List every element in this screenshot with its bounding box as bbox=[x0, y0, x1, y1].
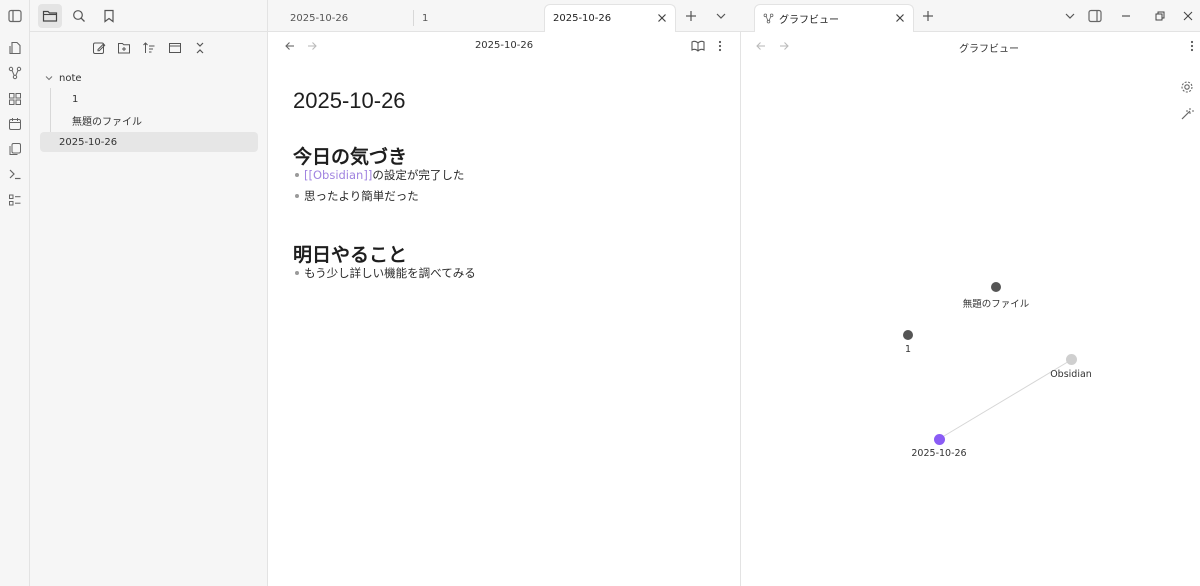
list-item: 思ったより簡単だった bbox=[295, 188, 419, 204]
minimize-icon[interactable] bbox=[1114, 4, 1138, 28]
heading-today: 今日の気づき bbox=[293, 146, 408, 168]
list-item-text: もう少し詳しい機能を調べてみる bbox=[304, 266, 476, 280]
tab-list-chevron-icon[interactable] bbox=[709, 4, 733, 28]
list-item-text: 思ったより簡単だった bbox=[304, 189, 419, 203]
daily-note-icon[interactable] bbox=[5, 114, 25, 134]
ribbon bbox=[0, 0, 30, 586]
graph-view-pane: グラフビュー 無題のファイル 1 Obsidian 2025-10-26 bbox=[740, 32, 1200, 586]
toggle-right-sidebar-icon[interactable] bbox=[1083, 4, 1107, 28]
restore-icon[interactable] bbox=[1148, 4, 1172, 28]
tab-graph-view[interactable]: グラフビュー bbox=[754, 4, 914, 32]
canvas-icon[interactable] bbox=[5, 89, 25, 109]
tree-indent-guide bbox=[50, 88, 51, 132]
more-options-icon[interactable] bbox=[708, 34, 732, 58]
toggle-left-sidebar-icon[interactable] bbox=[5, 6, 25, 26]
new-note-icon[interactable] bbox=[87, 36, 111, 60]
close-icon[interactable] bbox=[655, 11, 669, 25]
folder-label: note bbox=[59, 72, 82, 84]
close-icon[interactable] bbox=[893, 11, 907, 25]
bookmark-icon[interactable] bbox=[97, 4, 121, 28]
file-explorer-sidebar: note 1 無題のファイル 2025-10-26 bbox=[30, 0, 268, 586]
graph-node-label: Obsidian bbox=[1050, 369, 1092, 380]
graph-view-icon bbox=[763, 13, 774, 24]
tab-label: グラフビュー bbox=[779, 15, 839, 26]
list-item: もう少し詳しい機能を調べてみる bbox=[295, 265, 476, 281]
tree-file-2025-10-26[interactable]: 2025-10-26 bbox=[40, 132, 258, 152]
new-folder-icon[interactable] bbox=[112, 36, 136, 60]
list-item: [[Obsidian]]の設定が完了した bbox=[294, 167, 465, 183]
tab-label: 2025-10-26 bbox=[553, 13, 612, 24]
command-palette-icon[interactable] bbox=[5, 164, 25, 184]
graph-view-icon[interactable] bbox=[5, 63, 25, 83]
open-quick-switcher-icon[interactable] bbox=[5, 38, 25, 58]
tab-label: 2025-10-26 bbox=[290, 12, 349, 24]
sort-icon[interactable] bbox=[137, 36, 161, 60]
list-item-text: の設定が完了した bbox=[372, 168, 465, 182]
close-window-icon[interactable] bbox=[1176, 4, 1200, 28]
search-icon[interactable] bbox=[67, 4, 91, 28]
tree-folder-note[interactable]: note bbox=[44, 67, 82, 89]
note-title: 2025-10-26 bbox=[293, 88, 406, 113]
graph-node-2025-10-26[interactable] bbox=[934, 434, 945, 445]
templates-icon[interactable] bbox=[5, 139, 25, 159]
tab-2025-10-26-a[interactable]: 2025-10-26 bbox=[282, 4, 412, 32]
editor-pane: 2025-10-26 2025-10-26 今日の気づき [[Obsidian]… bbox=[268, 32, 740, 586]
collapse-all-icon[interactable] bbox=[188, 36, 212, 60]
reading-view-icon[interactable] bbox=[686, 34, 710, 58]
sidebar-tab-bar bbox=[30, 0, 268, 32]
bases-icon[interactable] bbox=[5, 190, 25, 210]
new-tab-icon[interactable] bbox=[916, 4, 940, 28]
files-icon[interactable] bbox=[38, 4, 62, 28]
wiki-link[interactable]: [[Obsidian]] bbox=[304, 168, 372, 182]
chevron-down-icon bbox=[45, 76, 53, 81]
tab-strip: 2025-10-26 1 2025-10-26 グラフビュー bbox=[268, 0, 1200, 32]
tree-file-1[interactable]: 1 bbox=[72, 88, 78, 110]
tab-list-chevron-icon[interactable] bbox=[1058, 4, 1082, 28]
file-label: 2025-10-26 bbox=[59, 136, 118, 148]
file-label: 無題のファイル bbox=[72, 116, 142, 128]
auto-reveal-icon[interactable] bbox=[163, 36, 187, 60]
note-nav-title: 2025-10-26 bbox=[474, 40, 534, 51]
heading-tomorrow: 明日やること bbox=[293, 244, 408, 266]
graph-node-obsidian[interactable] bbox=[1066, 354, 1077, 365]
graph-node-1[interactable] bbox=[903, 330, 913, 340]
graph-node-label: 無題のファイル bbox=[962, 299, 1030, 310]
graph-node-label: 1 bbox=[904, 344, 912, 355]
tab-1[interactable]: 1 bbox=[414, 4, 540, 32]
file-label: 1 bbox=[72, 93, 79, 105]
new-tab-icon[interactable] bbox=[679, 4, 703, 28]
graph-node-untitled[interactable] bbox=[991, 282, 1001, 292]
tree-file-untitled[interactable]: 無題のファイル bbox=[72, 109, 142, 131]
tab-label: 1 bbox=[422, 12, 429, 24]
tab-2025-10-26-active[interactable]: 2025-10-26 bbox=[544, 4, 676, 32]
graph-node-label: 2025-10-26 bbox=[911, 448, 967, 459]
